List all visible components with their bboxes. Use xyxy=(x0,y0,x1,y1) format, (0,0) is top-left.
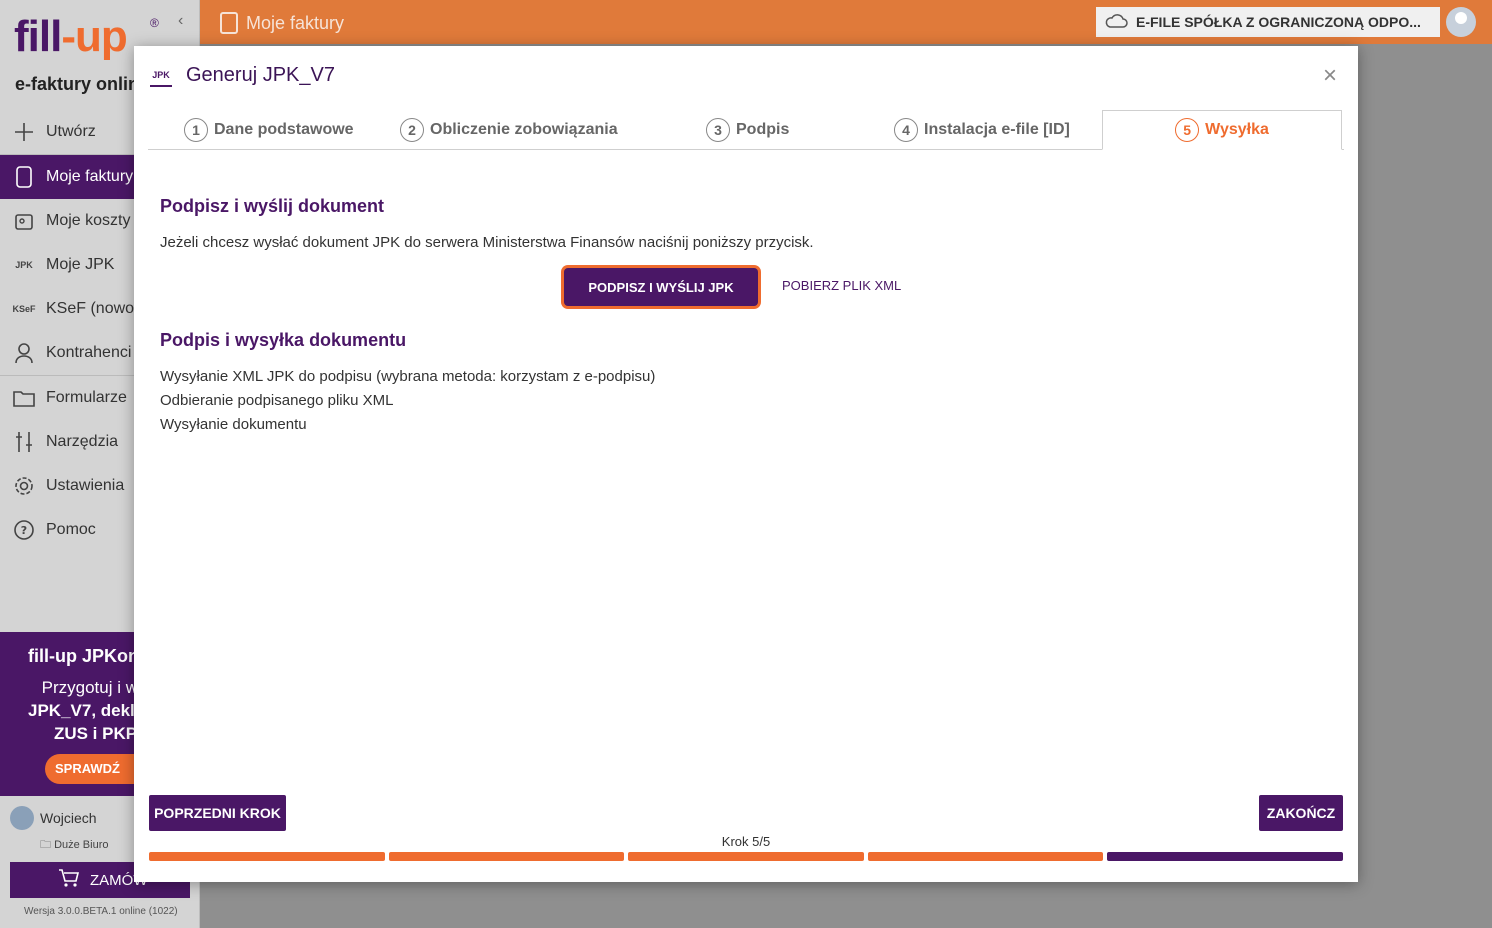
sidebar-item-label: Pomoc xyxy=(46,521,96,538)
cloud-icon xyxy=(1104,13,1128,32)
wizard-progress-bar xyxy=(149,852,1343,861)
progress-segment xyxy=(867,852,1104,861)
collapse-sidebar-button[interactable]: ‹ xyxy=(178,12,183,30)
user-info[interactable]: Wojciech xyxy=(10,806,97,830)
wizard-steps: 1 Dane podstawowe 2 Obliczenie zobowiąza… xyxy=(148,110,1344,150)
close-modal-button[interactable]: × xyxy=(1316,62,1344,90)
sign-and-send-button[interactable]: PODPISZ I WYŚLIJ JPK xyxy=(564,268,758,306)
step-tab-4[interactable]: 4 Instalacja e-file [ID] xyxy=(894,118,1070,142)
invoice-icon xyxy=(220,12,238,34)
cart-icon xyxy=(58,868,80,892)
progress-segment xyxy=(149,852,385,861)
ksef-icon: KSeF xyxy=(12,304,36,314)
user-name: Wojciech xyxy=(40,810,97,826)
previous-step-button[interactable]: POPRZEDNI KROK xyxy=(149,795,286,831)
jpk-icon: JPK xyxy=(150,65,172,87)
progress-segment-current xyxy=(1107,852,1343,861)
status-line: Odbieranie podpisanego pliku XML xyxy=(160,392,394,409)
modal-title: Generuj JPK_V7 xyxy=(186,64,335,86)
registered-mark: ® xyxy=(150,16,159,30)
plus-icon xyxy=(12,120,36,144)
section-sign-send-title: Podpisz i wyślij dokument xyxy=(160,196,385,216)
download-xml-link[interactable]: POBIERZ PLIK XML xyxy=(782,278,901,293)
sidebar-item-label: Moje faktury xyxy=(46,168,134,185)
status-line: Wysyłanie XML JPK do podpisu (wybrana me… xyxy=(160,368,656,385)
folder-icon xyxy=(12,386,36,410)
user-icon xyxy=(12,341,36,365)
app-logo: fill-up xyxy=(14,12,128,61)
plan-label: 🗀 Duże Biuro xyxy=(40,839,109,851)
gear-icon xyxy=(12,474,36,498)
help-icon: ? xyxy=(12,518,36,542)
generate-jpk-modal: JPK Generuj JPK_V7 × 1 Dane podstawowe 2… xyxy=(134,46,1358,882)
tools-icon xyxy=(12,430,36,454)
close-icon: × xyxy=(1322,62,1337,89)
sidebar-item-label: Formularze xyxy=(46,389,127,406)
app-subtitle: e-faktury online xyxy=(15,74,150,94)
section-sign-send-text: Jeżeli chcesz wysłać dokument JPK do ser… xyxy=(160,234,814,251)
briefcase-icon: 🗀 xyxy=(40,839,55,851)
topbar: Moje faktury E-FILE SPÓŁKA Z OGRANICZONĄ… xyxy=(200,0,1492,44)
costs-icon xyxy=(12,209,36,233)
progress-segment xyxy=(628,852,864,861)
jpk-icon: JPK xyxy=(15,260,33,270)
app-version: Wersja 3.0.0.BETA.1 online (1022) xyxy=(24,906,178,917)
sidebar-item-label: Utwórz xyxy=(46,123,96,140)
sidebar-item-label: Narzędzia xyxy=(46,433,119,450)
avatar xyxy=(10,806,34,830)
step-counter: Krok 5/5 xyxy=(721,834,771,849)
company-selector[interactable]: E-FILE SPÓŁKA Z OGRANICZONĄ ODPO... xyxy=(1096,7,1440,37)
modal-header: JPK Generuj JPK_V7 xyxy=(150,64,335,87)
sidebar-item-label: Moje koszty xyxy=(46,212,131,229)
sidebar-item-label: Ustawienia xyxy=(46,477,125,494)
step-tab-2[interactable]: 2 Obliczenie zobowiązania xyxy=(400,118,618,142)
sidebar-item-label: Moje JPK xyxy=(46,256,115,273)
user-avatar[interactable] xyxy=(1446,7,1476,37)
sidebar-item-label: Kontrahenci xyxy=(46,344,132,361)
step-tab-3[interactable]: 3 Podpis xyxy=(706,118,789,142)
step-tab-5[interactable]: 5 Wysyłka xyxy=(1102,110,1342,150)
chevron-left-icon: ‹ xyxy=(178,12,184,29)
company-name: E-FILE SPÓŁKA Z OGRANICZONĄ ODPO... xyxy=(1136,14,1421,30)
svg-text:?: ? xyxy=(21,524,27,537)
page-title: Moje faktury xyxy=(220,12,344,34)
section-status-title: Podpis i wysyłka dokumentu xyxy=(160,330,407,350)
status-line: Wysyłanie dokumentu xyxy=(160,416,307,433)
finish-button[interactable]: ZAKOŃCZ xyxy=(1259,795,1343,831)
step-tab-1[interactable]: 1 Dane podstawowe xyxy=(184,118,354,142)
invoice-icon xyxy=(12,165,36,189)
progress-segment xyxy=(388,852,625,861)
